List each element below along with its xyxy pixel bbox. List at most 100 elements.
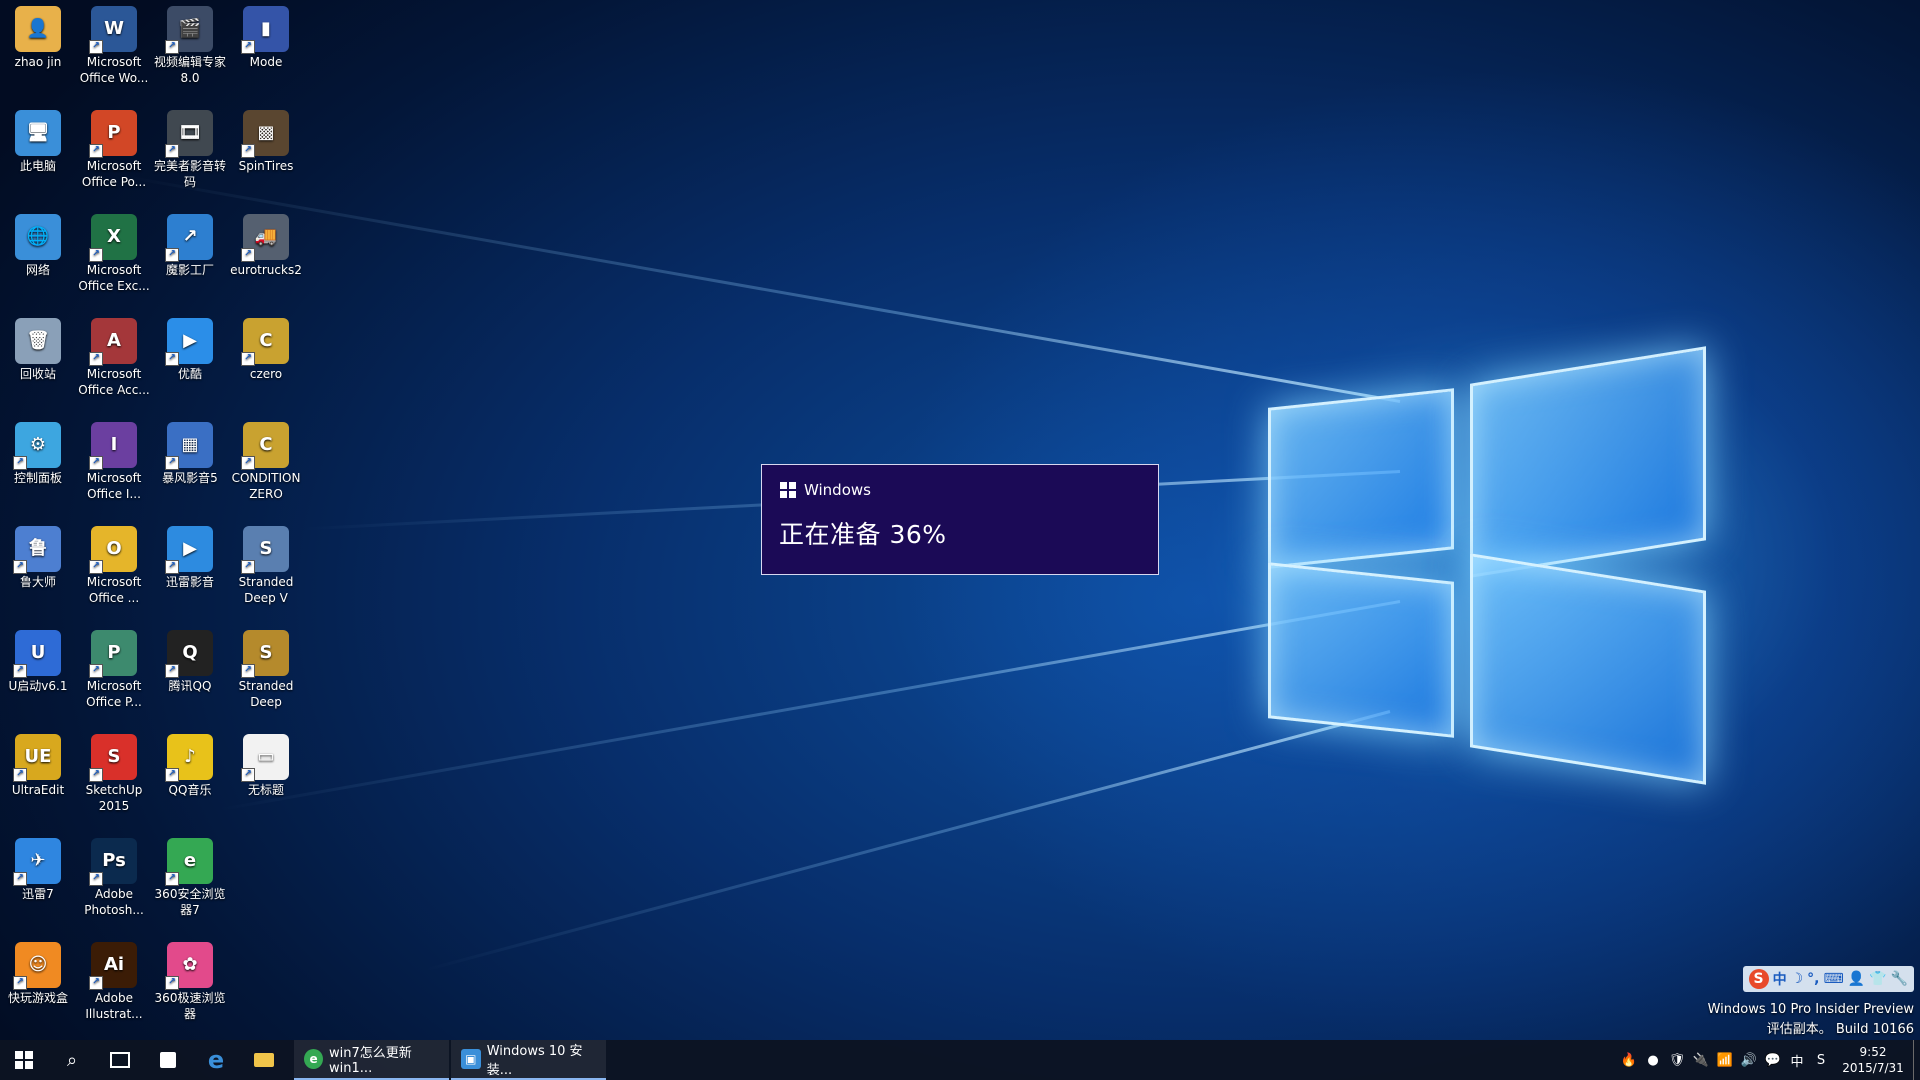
tray-icon[interactable]: 🛡 xyxy=(1665,1053,1689,1068)
ime-button[interactable]: 👕 xyxy=(1869,971,1886,987)
watermark-edition: Windows 10 Pro Insider Preview xyxy=(1707,1002,1914,1017)
desktop-icon[interactable]: e ↗ 360安全浏览器7 xyxy=(152,832,228,918)
desktop-icon[interactable]: 🎬 ↗ 视频编辑专家 8.0 xyxy=(152,0,228,86)
windows-logo-icon xyxy=(780,482,796,498)
desktop-icon[interactable]: Ps ↗ Adobe Photosh... xyxy=(76,832,152,918)
desktop-icon[interactable]: ▩ ↗ SpinTires xyxy=(228,104,304,174)
desktop-icon-label: 腾讯QQ xyxy=(168,679,212,693)
desktop-icon[interactable]: ▭ ↗ 无标题 xyxy=(228,728,304,798)
ime-button[interactable]: °, xyxy=(1807,971,1819,987)
dialog-progress-message: 正在准备 36% xyxy=(779,520,947,549)
search-icon: ⌕ xyxy=(66,1049,78,1071)
edge-button[interactable]: e xyxy=(192,1040,240,1080)
tray-icon[interactable]: ● xyxy=(1641,1053,1665,1068)
tray-icon[interactable]: 中 xyxy=(1785,1051,1809,1070)
desktop-icon[interactable]: ↗ ↗ 魔影工厂 xyxy=(152,208,228,278)
desktop-icon[interactable]: 🗑 回收站 xyxy=(0,312,76,382)
sogou-logo-icon[interactable]: S xyxy=(1748,969,1769,989)
desktop-icon[interactable]: S ↗ SketchUp 2015 xyxy=(76,728,152,814)
desktop-icon[interactable]: Ai ↗ Adobe Illustrat... xyxy=(76,936,152,1022)
desktop-icon[interactable]: C ↗ czero xyxy=(228,312,304,382)
desktop-icon[interactable]: ⚙ ↗ 控制面板 xyxy=(0,416,76,486)
shortcut-arrow-icon: ↗ xyxy=(165,456,179,470)
desktop-icon[interactable]: 🖥 此电脑 xyxy=(0,104,76,174)
file-explorer-button[interactable] xyxy=(240,1040,288,1080)
search-button[interactable]: ⌕ xyxy=(48,1040,96,1080)
desktop-icon[interactable]: ▶ ↗ 优酷 xyxy=(152,312,228,382)
ime-button[interactable]: 👤 xyxy=(1848,971,1865,987)
desktop-icon[interactable]: ▦ ↗ 暴风影音5 xyxy=(152,416,228,486)
desktop-icon[interactable]: P ↗ Microsoft Office Po... xyxy=(76,104,152,190)
taskbar-app-installer[interactable]: ▣ Windows 10 安装... xyxy=(451,1040,606,1080)
desktop-icon[interactable]: 👤 zhao jin xyxy=(0,0,76,70)
desktop-icon[interactable]: Q ↗ 腾讯QQ xyxy=(152,624,228,694)
desktop-icon[interactable]: ▶ ↗ 迅雷影音 xyxy=(152,520,228,590)
show-desktop-button[interactable] xyxy=(1913,1040,1920,1080)
ime-button[interactable]: ⌨ xyxy=(1823,971,1843,987)
desktop-icon[interactable]: S ↗ Stranded Deep V xyxy=(228,520,304,606)
shortcut-arrow-icon: ↗ xyxy=(13,768,27,782)
desktop-icon[interactable]: 🌐 网络 xyxy=(0,208,76,278)
taskbar-app-browser[interactable]: e win7怎么更新win1... xyxy=(294,1040,449,1080)
ime-toolbar[interactable]: S 中 ☽ °, ⌨ 👤 👕 🔧 xyxy=(1742,966,1914,992)
start-button[interactable] xyxy=(0,1040,48,1080)
app-icon: ♪ ↗ xyxy=(165,734,213,782)
shortcut-arrow-icon: ↗ xyxy=(89,664,103,678)
taskbar-app-label: win7怎么更新win1... xyxy=(329,1046,412,1076)
desktop-icon[interactable]: ▮ ↗ Mode xyxy=(228,0,304,70)
desktop-icon-label: 优酷 xyxy=(177,367,202,381)
shortcut-arrow-icon: ↗ xyxy=(89,40,103,54)
task-view-button[interactable] xyxy=(96,1040,144,1080)
shortcut-arrow-icon: ↗ xyxy=(241,248,255,262)
tray-icon[interactable]: 🔊 xyxy=(1737,1053,1761,1068)
desktop-icon-label: U启动v6.1 xyxy=(8,679,68,693)
ime-button[interactable]: 🔧 xyxy=(1891,971,1908,987)
ime-button[interactable]: ☽ xyxy=(1791,971,1804,987)
shortcut-arrow-icon: ↗ xyxy=(165,976,179,990)
tray-icon[interactable]: 🔌 xyxy=(1689,1053,1713,1068)
clock[interactable]: 9:52 2015/7/31 xyxy=(1833,1044,1913,1076)
desktop-icon[interactable]: ☺ ↗ 快玩游戏盒 xyxy=(0,936,76,1006)
desktop-icon-label: QQ音乐 xyxy=(168,783,212,797)
desktop-icon[interactable]: 鲁 ↗ 鲁大师 xyxy=(0,520,76,590)
desktop-icon-label: 迅雷7 xyxy=(22,887,54,901)
desktop-icon[interactable]: ✈ ↗ 迅雷7 xyxy=(0,832,76,902)
tray-icon[interactable]: 🔥 xyxy=(1617,1053,1641,1068)
desktop-icon[interactable]: O ↗ Microsoft Office ... xyxy=(76,520,152,606)
app-icon: 🚚 ↗ xyxy=(241,214,289,262)
desktop-icon-label: Microsoft Office ... xyxy=(86,575,142,605)
desktop-icon[interactable]: U ↗ U启动v6.1 xyxy=(0,624,76,694)
desktop-icon-label: Stranded Deep V xyxy=(238,575,294,605)
shortcut-arrow-icon: ↗ xyxy=(241,768,255,782)
shortcut-arrow-icon: ↗ xyxy=(241,456,255,470)
ime-button[interactable]: 中 xyxy=(1773,969,1787,989)
desktop-icon[interactable]: 🎞 ↗ 完美者影音转码 xyxy=(152,104,228,190)
desktop-icon[interactable]: X ↗ Microsoft Office Exc... xyxy=(76,208,152,294)
app-icon: O ↗ xyxy=(89,526,137,574)
store-button[interactable] xyxy=(144,1040,192,1080)
shortcut-arrow-icon: ↗ xyxy=(89,248,103,262)
shortcut-arrow-icon: ↗ xyxy=(241,144,255,158)
app-icon: 🎞 ↗ xyxy=(165,110,213,158)
app-icon: e ↗ xyxy=(165,838,213,886)
desktop-icon[interactable]: W ↗ Microsoft Office Wo... xyxy=(76,0,152,86)
desktop-icon[interactable]: 🚚 ↗ eurotrucks2 xyxy=(228,208,304,278)
desktop-icon[interactable]: I ↗ Microsoft Office I... xyxy=(76,416,152,502)
shortcut-arrow-icon: ↗ xyxy=(165,768,179,782)
desktop-icon[interactable]: A ↗ Microsoft Office Acc... xyxy=(76,312,152,398)
desktop-icon-label: 快玩游戏盒 xyxy=(7,991,68,1005)
light-beam xyxy=(217,600,1401,812)
tray-icon[interactable]: 📶 xyxy=(1713,1053,1737,1068)
shortcut-arrow-icon: ↗ xyxy=(13,456,27,470)
tray-icon[interactable]: 💬 xyxy=(1761,1053,1785,1068)
shortcut-arrow-icon: ↗ xyxy=(165,872,179,886)
desktop-icon[interactable]: UE ↗ UltraEdit xyxy=(0,728,76,798)
desktop-icon[interactable]: ♪ ↗ QQ音乐 xyxy=(152,728,228,798)
desktop-icon[interactable]: S ↗ Stranded Deep xyxy=(228,624,304,710)
taskbar: ⌕ e e win7怎么更新win1... ▣ Windows 10 安装...… xyxy=(0,1040,1920,1080)
desktop-icon[interactable]: ✿ ↗ 360极速浏览器 xyxy=(152,936,228,1022)
desktop-icon[interactable]: C ↗ CONDITION ZERO xyxy=(228,416,304,502)
desktop-icon[interactable]: P ↗ Microsoft Office P... xyxy=(76,624,152,710)
app-icon: C ↗ xyxy=(241,318,289,366)
tray-icon[interactable]: S xyxy=(1809,1053,1833,1068)
